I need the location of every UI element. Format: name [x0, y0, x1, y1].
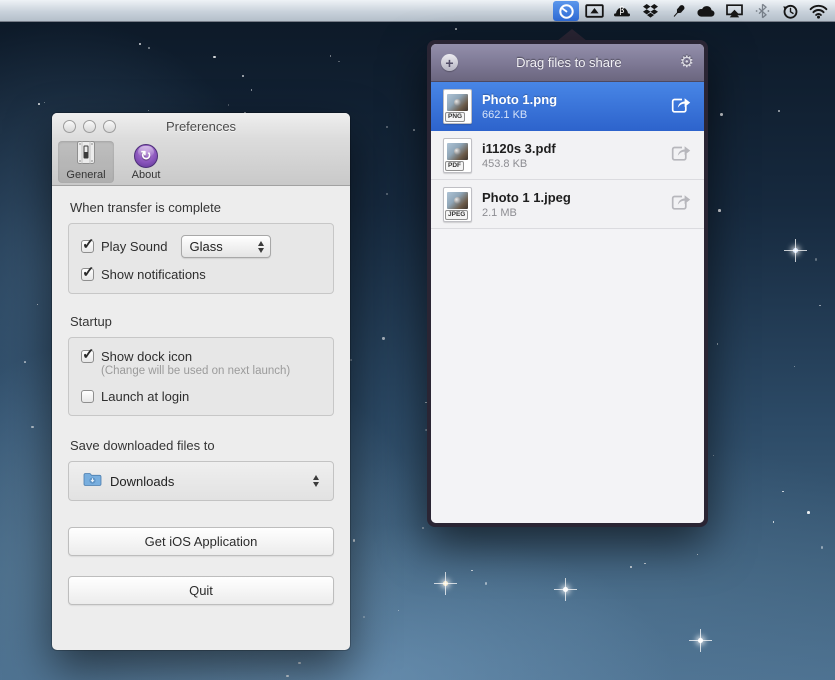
traffic-lights — [63, 120, 116, 133]
checkmark-icon: ✓ — [82, 345, 95, 363]
share-icon[interactable] — [669, 94, 692, 120]
menu-item-beta-hat[interactable]: β — [608, 0, 636, 22]
dropbox-icon — [642, 3, 659, 19]
popover-title: Drag files to share — [458, 55, 680, 70]
close-button[interactable] — [63, 120, 76, 133]
file-size: 453.8 KB — [482, 158, 659, 170]
launch-at-login-label: Launch at login — [101, 389, 189, 404]
menu-item-eject-box[interactable] — [580, 0, 608, 22]
checkmark-icon: ✓ — [82, 263, 95, 281]
popover-frame: + Drag files to share ⚙ PNG Photo 1.png … — [427, 40, 708, 527]
preferences-content: When transfer is complete ✓ Play Sound G… — [52, 200, 350, 605]
menu-item-dropbox[interactable] — [636, 0, 664, 22]
minimize-button[interactable] — [83, 120, 96, 133]
about-icon: ↻ — [134, 144, 158, 168]
checkmark-icon: ✓ — [82, 235, 95, 253]
plus-icon: + — [445, 56, 453, 70]
eject-box-icon — [585, 3, 604, 19]
file-type-icon: PDF — [443, 138, 472, 173]
file-name: Photo 1 1.jpeg — [482, 190, 659, 205]
file-badge: JPEG — [445, 210, 468, 220]
menu-item-time-machine[interactable] — [776, 0, 804, 22]
bluetooth-icon — [754, 3, 771, 19]
file-row[interactable]: PDF i1120s 3.pdf 453.8 KB — [431, 131, 704, 180]
share-icon[interactable] — [669, 142, 692, 168]
show-dock-icon-label: Show dock icon — [101, 349, 192, 364]
show-notifications-checkbox[interactable]: ✓ — [81, 268, 94, 281]
sound-select-value: Glass — [190, 239, 223, 254]
file-type-icon: JPEG — [443, 187, 472, 222]
menu-item-bluetooth[interactable] — [748, 0, 776, 22]
zoom-button[interactable] — [103, 120, 116, 133]
time-machine-icon — [782, 3, 799, 20]
tab-general[interactable]: General — [58, 141, 114, 183]
dock-change-note: (Change will be used on next launch) — [101, 365, 321, 377]
quit-button[interactable]: Quit — [68, 576, 334, 605]
share-icon[interactable] — [669, 191, 692, 217]
save-folder-value: Downloads — [110, 474, 174, 489]
preferences-window: Preferences General ↻ About — [52, 113, 350, 650]
title-bar[interactable]: Preferences — [52, 113, 350, 139]
startup-section-label: Startup — [70, 314, 334, 329]
menu-item-pin[interactable] — [664, 0, 692, 22]
file-row[interactable]: JPEG Photo 1 1.jpeg 2.1 MB — [431, 180, 704, 229]
share-popover: + Drag files to share ⚙ PNG Photo 1.png … — [427, 40, 708, 527]
file-badge: PDF — [445, 161, 464, 171]
play-sound-label: Play Sound — [101, 239, 168, 254]
file-type-icon: PNG — [443, 89, 472, 124]
file-name: i1120s 3.pdf — [482, 141, 659, 156]
save-folder-select[interactable]: Downloads — [68, 461, 334, 501]
switch-icon — [74, 140, 98, 169]
startup-groupbox: ✓ Show dock icon (Change will be used on… — [68, 337, 334, 416]
file-name: Photo 1.png — [482, 92, 659, 107]
wifi-icon — [809, 4, 828, 19]
menu-bar-extras: β — [552, 0, 832, 22]
file-size: 662.1 KB — [482, 109, 659, 121]
pin-icon — [670, 3, 687, 20]
menu-item-airplay[interactable] — [720, 0, 748, 22]
tab-about[interactable]: ↻ About — [118, 141, 174, 183]
cloud-icon — [696, 4, 716, 19]
airplay-icon — [725, 3, 744, 19]
menu-item-wifi[interactable] — [804, 0, 832, 22]
menu-item-cloud[interactable] — [692, 0, 720, 22]
sound-select[interactable]: Glass — [181, 235, 271, 258]
save-section-label: Save downloaded files to — [70, 438, 334, 453]
file-size: 2.1 MB — [482, 207, 659, 219]
add-file-button[interactable]: + — [441, 54, 458, 71]
menu-bar: β — [0, 0, 835, 22]
gear-icon: ⚙ — [680, 54, 694, 71]
transfer-section-label: When transfer is complete — [70, 200, 334, 215]
stepper-arrows-icon — [244, 241, 264, 253]
show-dock-icon-checkbox[interactable]: ✓ — [81, 350, 94, 363]
tab-about-label: About — [132, 169, 161, 181]
show-notifications-label: Show notifications — [101, 267, 206, 282]
file-row[interactable]: PNG Photo 1.png 662.1 KB — [431, 82, 704, 131]
beta-hat-icon: β — [613, 3, 631, 19]
preferences-toolbar: General ↻ About — [52, 139, 350, 186]
popover-header: + Drag files to share ⚙ — [431, 44, 704, 82]
menu-item-share-app[interactable] — [553, 1, 579, 21]
stepper-arrows-icon — [299, 475, 319, 487]
settings-button[interactable]: ⚙ — [680, 55, 694, 71]
play-sound-checkbox[interactable]: ✓ — [81, 240, 94, 253]
file-badge: PNG — [445, 112, 465, 122]
tab-general-label: General — [66, 169, 105, 181]
launch-at-login-checkbox[interactable]: ✓ — [81, 390, 94, 403]
share-app-icon — [558, 3, 575, 20]
svg-text:β: β — [619, 6, 624, 16]
window-title: Preferences — [166, 119, 236, 134]
get-ios-application-button[interactable]: Get iOS Application — [68, 527, 334, 556]
downloads-folder-icon — [83, 472, 102, 490]
transfer-groupbox: ✓ Play Sound Glass ✓ Show notifications — [68, 223, 334, 294]
drop-area[interactable] — [431, 229, 704, 523]
